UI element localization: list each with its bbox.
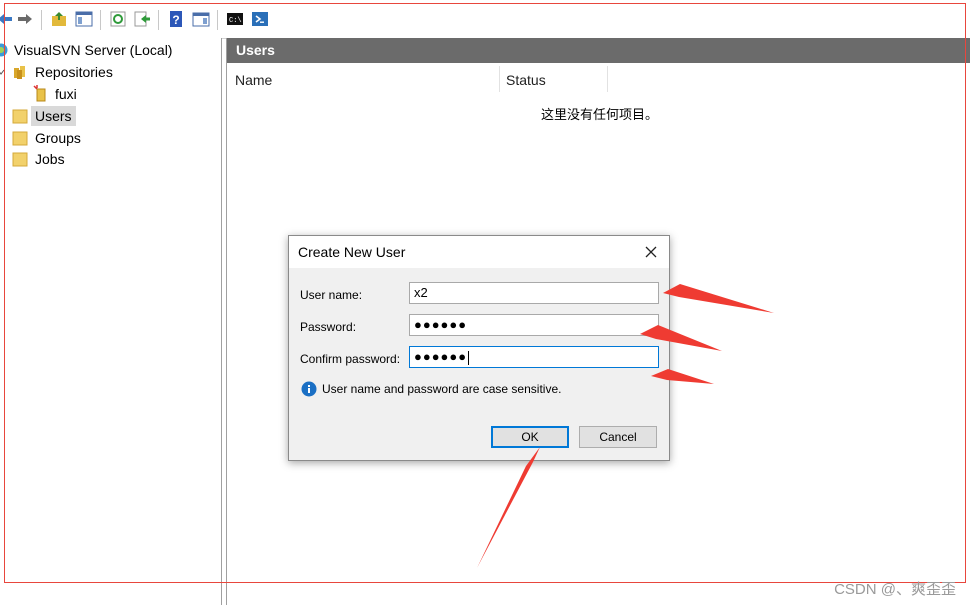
- username-label: User name:: [300, 288, 363, 302]
- show-hide-tree-icon[interactable]: [75, 10, 93, 28]
- info-text: User name and password are case sensitiv…: [322, 382, 562, 396]
- column-divider[interactable]: [607, 66, 608, 92]
- confirm-password-field[interactable]: ●●●●●●: [409, 346, 659, 368]
- cancel-button[interactable]: Cancel: [579, 426, 657, 448]
- column-header-status[interactable]: Status: [506, 68, 546, 92]
- repositories-icon: [14, 66, 25, 79]
- export-icon[interactable]: [133, 10, 151, 28]
- server-icon: [0, 43, 8, 57]
- info-icon: [301, 381, 317, 397]
- tree-label-users: Users: [31, 106, 76, 126]
- tree-label-groups: Groups: [35, 130, 81, 146]
- username-field[interactable]: x2: [409, 282, 659, 304]
- tree-label-fuxi: fuxi: [55, 86, 77, 102]
- folder-icon: [12, 152, 28, 167]
- column-header-name[interactable]: Name: [235, 68, 272, 92]
- watermark: CSDN @、爽歪歪: [834, 581, 956, 598]
- dialog-title: Create New User: [298, 244, 406, 260]
- toolbar-separator: [158, 10, 159, 30]
- confirm-password-value: ●●●●●●: [414, 349, 468, 364]
- svg-text:C:\: C:\: [229, 17, 242, 25]
- properties-icon[interactable]: [192, 10, 210, 28]
- tree-label-repositories: Repositories: [35, 64, 113, 80]
- create-user-dialog: Create New User User name: x2 Password: …: [288, 235, 670, 461]
- chevron-down-icon[interactable]: [0, 68, 5, 76]
- toolbar-separator: [100, 10, 101, 30]
- password-value: ●●●●●●: [414, 317, 468, 332]
- column-divider[interactable]: [499, 66, 500, 92]
- forward-icon[interactable]: [16, 10, 34, 28]
- ok-button[interactable]: OK: [491, 426, 569, 448]
- folder-icon: [12, 109, 28, 124]
- password-label: Password:: [300, 320, 357, 334]
- confirm-password-label: Confirm password:: [300, 352, 401, 366]
- navigation-tree: VisualSVN Server (Local) Repositories fu…: [0, 38, 222, 605]
- refresh-icon[interactable]: [109, 10, 127, 28]
- dialog-titlebar[interactable]: Create New User: [289, 236, 669, 268]
- toolbar-separator: [41, 10, 42, 30]
- tree-label-jobs: Jobs: [35, 151, 65, 167]
- repository-icon: [33, 85, 46, 102]
- help-icon[interactable]: ?: [167, 10, 185, 28]
- cmd-icon[interactable]: C:\: [226, 10, 244, 28]
- folder-icon: [12, 131, 28, 146]
- tree-label-server: VisualSVN Server (Local): [14, 42, 173, 58]
- password-field[interactable]: ●●●●●●: [409, 314, 659, 336]
- back-icon[interactable]: [0, 10, 14, 28]
- username-value: x2: [414, 285, 428, 300]
- close-icon[interactable]: [641, 242, 661, 262]
- powershell-icon[interactable]: [251, 10, 269, 28]
- toolbar: ? C:\: [0, 0, 970, 39]
- up-folder-icon[interactable]: [50, 10, 68, 28]
- toolbar-separator: [217, 10, 218, 30]
- empty-list-message: 这里没有任何项目。: [541, 107, 659, 122]
- panel-header: Users: [227, 38, 970, 63]
- svg-text:?: ?: [172, 13, 179, 27]
- text-caret: [468, 350, 470, 365]
